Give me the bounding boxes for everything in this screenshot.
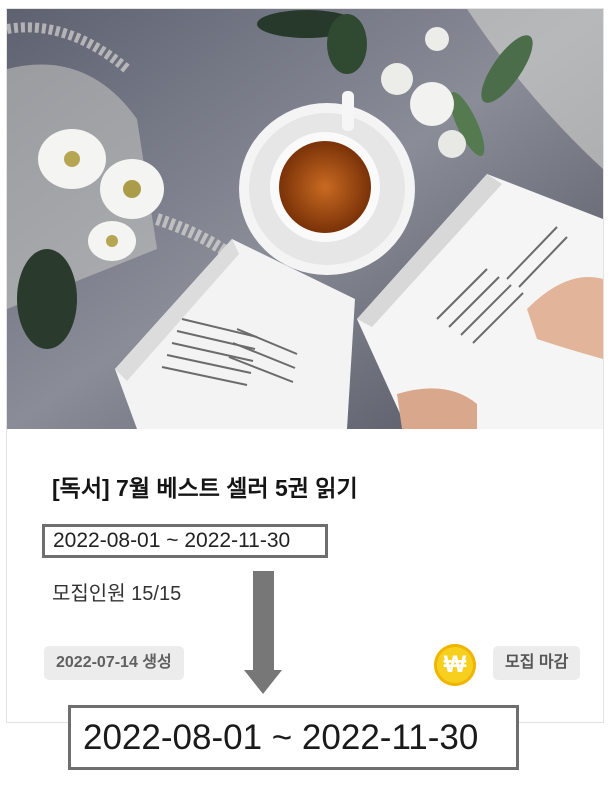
won-coin-icon: ₩ [434,644,476,686]
date-range-highlight: 2022-08-01 ~ 2022-11-30 [42,524,328,558]
status-badge: 모집 마감 [493,646,581,680]
created-date-badge: 2022-07-14 생성 [44,646,184,680]
card-title[interactable]: [독서] 7월 베스트 셀러 5권 읽기 [52,469,358,503]
down-arrow-icon [253,571,274,671]
challenge-card[interactable]: [독서] 7월 베스트 셀러 5권 읽기 2022-08-01 ~ 2022-1… [6,8,604,723]
card-thumbnail-image[interactable] [7,9,603,429]
recruit-count: 모집인원 15/15 [52,583,182,605]
down-arrow-head-icon [244,670,282,694]
zoomed-date-range: 2022-08-01 ~ 2022-11-30 [68,705,519,770]
